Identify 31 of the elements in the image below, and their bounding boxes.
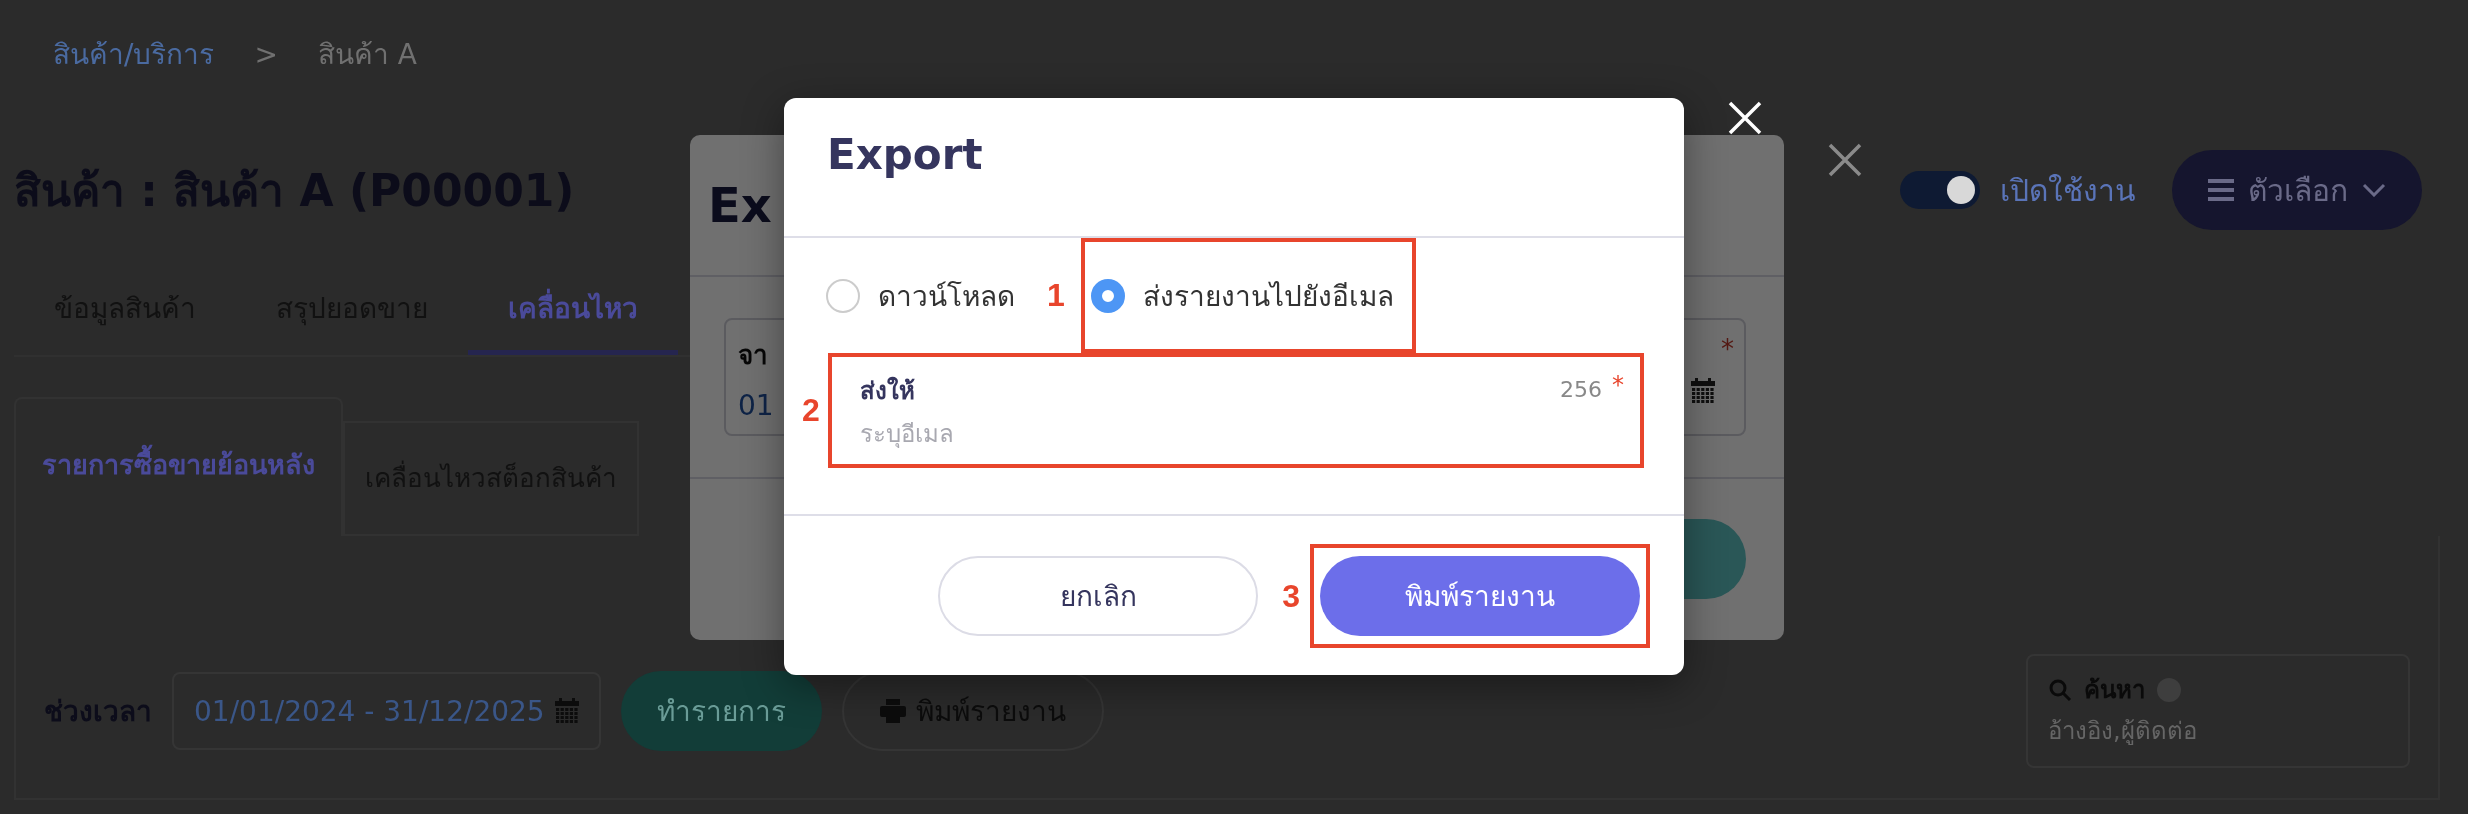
required-mark: * [1721,334,1734,364]
search-input[interactable]: อ้างอิง,ผู้ติดต่อ [2048,717,2388,745]
calendar-icon [554,698,579,724]
annotation-number: 1 [1047,277,1065,314]
field-label: ส่งให้ [859,375,915,407]
cancel-button[interactable]: ยกเลิก [938,556,1259,636]
calendar-icon [1691,378,1715,404]
menu-icon [2208,179,2234,201]
dialog-title: Export [784,98,1684,238]
date-range-field[interactable]: 01/01/2024 - 31/12/2025 [172,672,601,750]
field-value: 01 [738,389,774,422]
status-toggle[interactable] [1900,171,1980,209]
field-label: จา [738,339,769,372]
sub-tab[interactable]: รายการซื้อขายย้อนหลัง [14,397,343,536]
required-mark: * [1612,371,1624,399]
chevron-down-icon [2362,183,2386,197]
search-icon [2048,677,2072,702]
options-button[interactable]: ตัวเลือก [2172,150,2422,230]
tab[interactable]: เคลื่อนไหว [468,268,678,355]
breadcrumb-current: สินค้า A [317,37,417,73]
email-field[interactable]: ส่งให้ 256 * ระบุอีเมล [827,353,1644,468]
breadcrumb-separator: > [254,37,278,71]
printer-icon [879,699,906,723]
annotation-number: 2 [802,392,820,429]
breadcrumb-link[interactable]: สินค้า/บริการ [53,32,215,76]
print-report-button[interactable]: พิมพ์รายงาน [1320,556,1640,636]
email-input[interactable]: ระบุอีเมล [859,420,1624,448]
toggle-label: เปิดใช้งาน [2000,171,2136,210]
transaction-button[interactable]: ทำรายการ [620,671,822,751]
annotation-number: 3 [1282,577,1300,615]
character-counter: 256 [1560,377,1602,402]
